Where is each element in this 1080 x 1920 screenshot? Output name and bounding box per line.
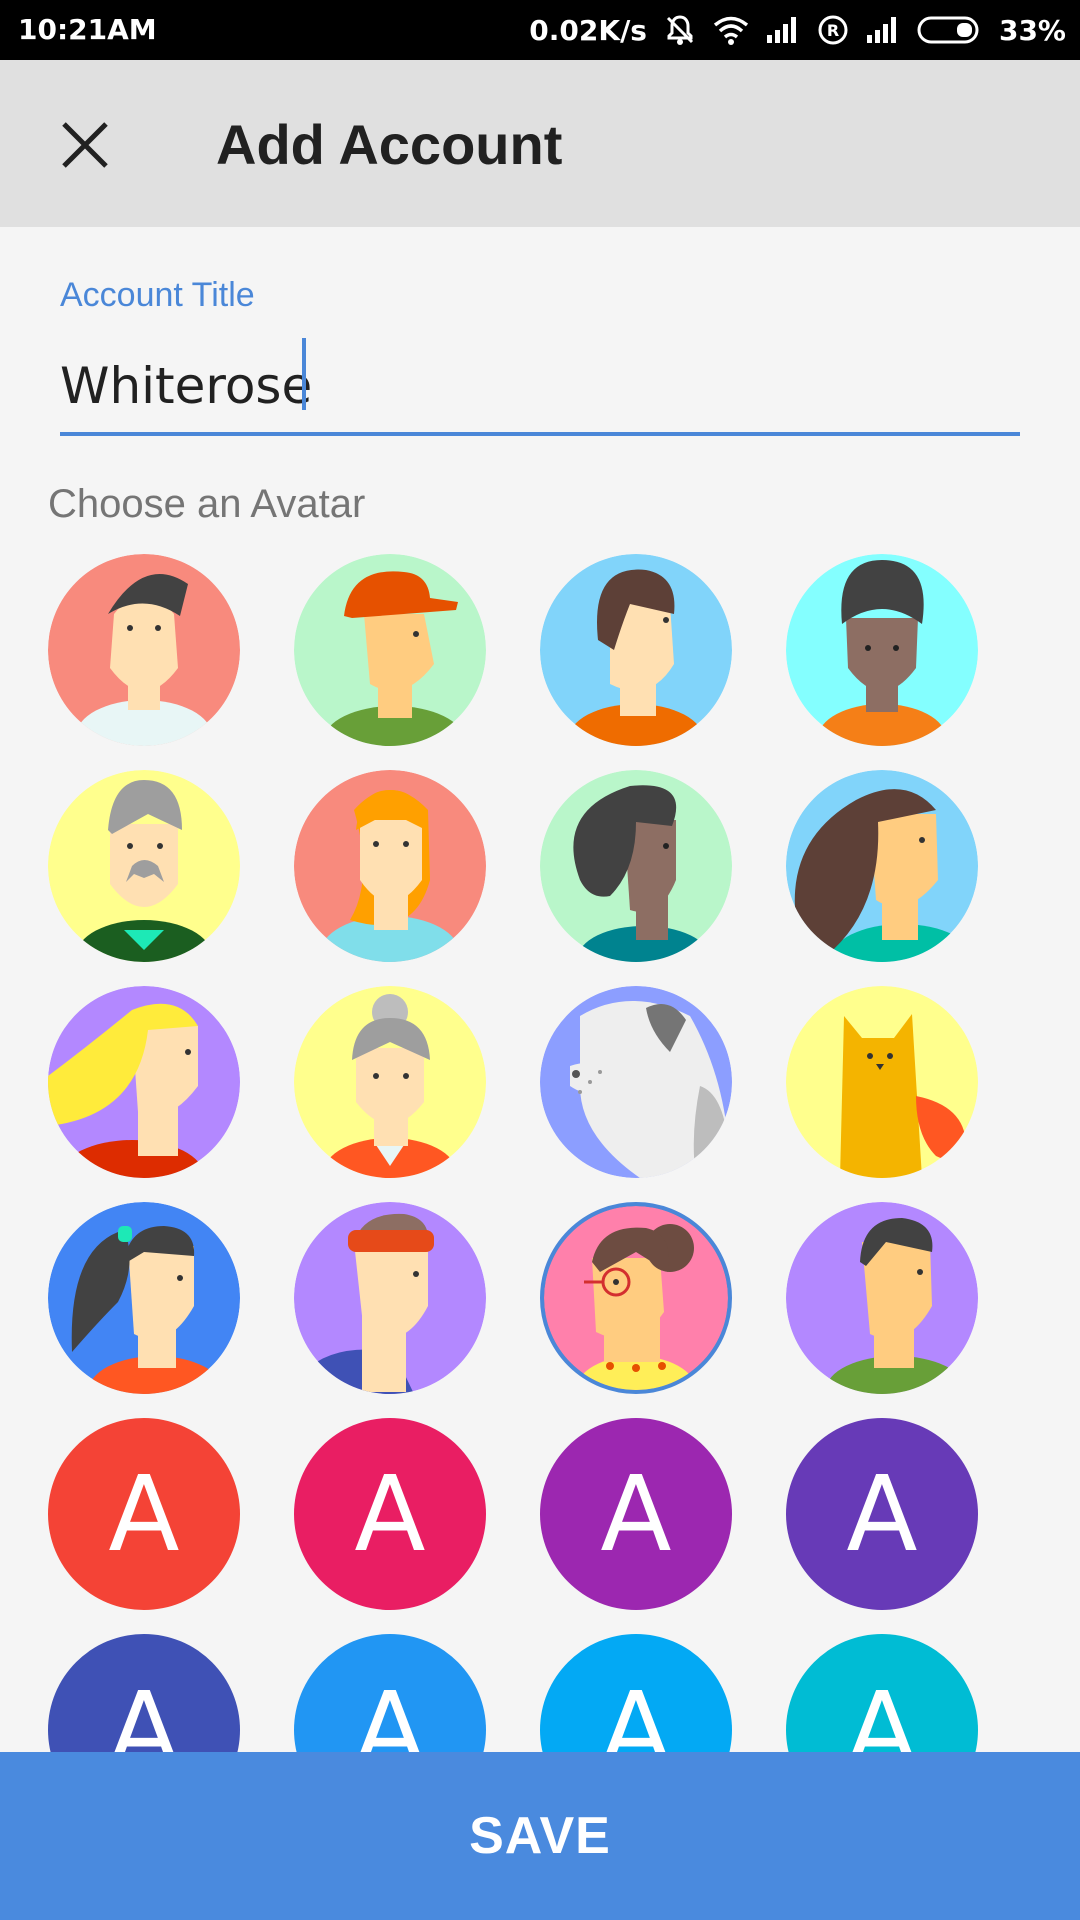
avatar-glasses-bun[interactable] bbox=[540, 1202, 732, 1394]
status-time: 10:21AM bbox=[18, 13, 157, 46]
avatar-cat[interactable] bbox=[786, 986, 978, 1178]
close-button[interactable] bbox=[54, 114, 116, 176]
avatar-boy-red-cap[interactable] bbox=[294, 554, 486, 746]
avatar-girl-blonde[interactable] bbox=[294, 770, 486, 962]
avatar-old-man-mustache[interactable] bbox=[48, 770, 240, 962]
avatar-girl-yellow-hair[interactable] bbox=[48, 986, 240, 1178]
avatar-grandma-bun[interactable] bbox=[294, 986, 486, 1178]
roaming-icon: R bbox=[817, 14, 849, 46]
wifi-icon bbox=[713, 15, 749, 45]
net-speed: 0.02K/s bbox=[529, 13, 647, 47]
save-button[interactable]: SAVE bbox=[0, 1752, 1080, 1920]
letter-avatar-purple[interactable]: A bbox=[540, 1418, 732, 1610]
signal-icon bbox=[865, 15, 901, 45]
avatar-woman-long-hair[interactable] bbox=[786, 770, 978, 962]
app-bar: Add Account bbox=[0, 60, 1080, 227]
text-cursor bbox=[302, 338, 306, 410]
avatar-boy-black-hair[interactable] bbox=[48, 554, 240, 746]
choose-avatar-label: Choose an Avatar bbox=[48, 482, 366, 526]
page-title: Add Account bbox=[216, 113, 563, 176]
avatar-boy-green-shirt[interactable] bbox=[786, 1202, 978, 1394]
status-bar: 10:21AM 0.02K/s R 33% bbox=[0, 0, 1080, 60]
close-icon bbox=[62, 122, 108, 168]
letter-avatar-deep-purple[interactable]: A bbox=[786, 1418, 978, 1610]
letter-avatar-red[interactable]: A bbox=[48, 1418, 240, 1610]
svg-text:R: R bbox=[827, 21, 839, 40]
input-underline bbox=[60, 432, 1020, 436]
mute-icon bbox=[663, 13, 697, 47]
avatar-dog[interactable] bbox=[540, 986, 732, 1178]
account-title-input[interactable] bbox=[60, 340, 1018, 432]
avatar-boy-brown-hair[interactable] bbox=[540, 554, 732, 746]
account-title-label: Account Title bbox=[60, 276, 255, 314]
signal-icon bbox=[765, 15, 801, 45]
avatar-woman-dark-hair[interactable] bbox=[540, 770, 732, 962]
battery-level: 33% bbox=[998, 13, 1066, 47]
avatar-boy-headband[interactable] bbox=[294, 1202, 486, 1394]
letter-avatar-pink[interactable]: A bbox=[294, 1418, 486, 1610]
avatar-boy-dark-skin[interactable] bbox=[786, 554, 978, 746]
avatar-girl-ponytail[interactable] bbox=[48, 1202, 240, 1394]
battery-icon bbox=[917, 15, 983, 45]
